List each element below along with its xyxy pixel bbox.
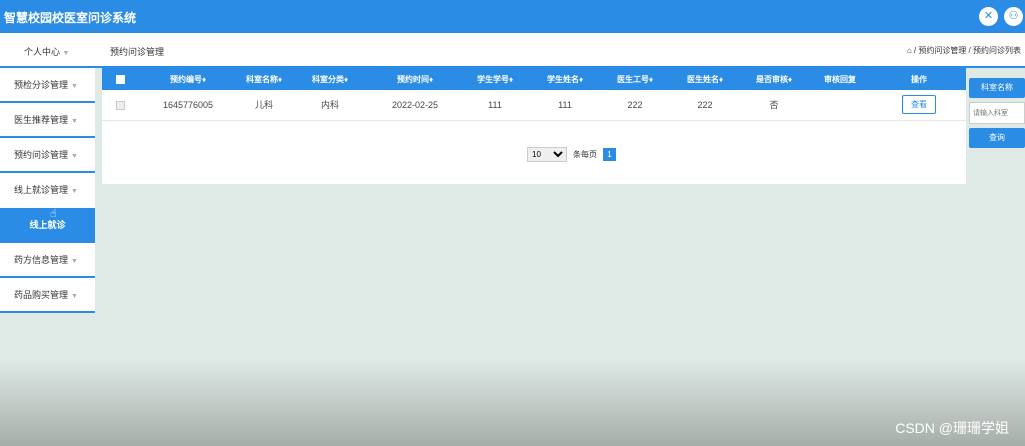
- sidebar-item-doctor-recommend[interactable]: 医生推荐管理 ▼: [0, 103, 95, 138]
- hand-cursor-icon: ☝: [50, 208, 57, 220]
- col-header[interactable]: 预约编号♦: [138, 68, 238, 90]
- col-header[interactable]: 学生学号♦: [460, 68, 530, 90]
- chevron-down-icon: ▼: [71, 293, 78, 300]
- table-header-row: 预约编号♦ 科室名称♦ 科室分类♦ 预约时间♦ 学生学号♦ 学生姓名♦ 医生工号…: [102, 68, 966, 90]
- chevron-down-icon: ▼: [71, 258, 78, 265]
- col-header[interactable]: 是否审核♦: [740, 68, 808, 90]
- sidebar-item-prescription[interactable]: 药方信息管理 ▼: [0, 243, 95, 278]
- bottom-overlay: [0, 360, 1025, 446]
- chevron-down-icon: ▼: [71, 188, 78, 195]
- search-button[interactable]: 查询: [969, 128, 1025, 148]
- search-panel: 科室名称 查询: [969, 78, 1025, 148]
- per-page-label: 条每页: [573, 150, 597, 159]
- user-center-menu[interactable]: 个人中心 ▼: [24, 45, 69, 58]
- sidebar-item-drug-purchase[interactable]: 药品购买管理 ▼: [0, 278, 95, 313]
- row-checkbox[interactable]: [102, 90, 138, 120]
- cell-appointment-time: 2022-02-25: [391, 99, 439, 110]
- sidebar-item-triage[interactable]: 预检分诊管理 ▼: [0, 68, 95, 103]
- view-button[interactable]: 查看: [902, 95, 936, 115]
- page-number-current[interactable]: 1: [603, 148, 616, 161]
- cell-doctor-id: 222: [627, 99, 643, 110]
- main-content: 预约编号♦ 科室名称♦ 科室分类♦ 预约时间♦ 学生学号♦ 学生姓名♦ 医生工号…: [102, 68, 966, 184]
- sidebar-subitem-online-consult[interactable]: ☝ 线上就诊: [0, 208, 95, 243]
- breadcrumb[interactable]: ⌂ / 预约问诊管理 / 预约问诊列表: [907, 45, 1021, 56]
- col-header[interactable]: 学生姓名♦: [530, 68, 600, 90]
- chevron-down-icon: ▼: [71, 118, 78, 125]
- dept-name-search-input[interactable]: [969, 102, 1025, 124]
- cell-appointment-id: 1645776005: [162, 99, 214, 110]
- user-icon[interactable]: ⚇: [1004, 7, 1023, 26]
- chevron-down-icon: ▼: [62, 50, 70, 57]
- col-header: 审核回复: [824, 74, 856, 84]
- cell-dept-category: 内科: [320, 100, 339, 111]
- search-field-label: 科室名称: [969, 78, 1025, 98]
- app-title: 智慧校园校医室问诊系统: [4, 11, 137, 25]
- header-bar: 个人中心 ▼ 预约问诊管理 ⌂ / 预约问诊管理 / 预约问诊列表: [0, 33, 1025, 68]
- page-size-select[interactable]: 10: [527, 147, 567, 162]
- cell-student-id: 111: [488, 99, 502, 110]
- cell-dept-name: 儿科: [254, 100, 273, 111]
- appointment-table: 预约编号♦ 科室名称♦ 科室分类♦ 预约时间♦ 学生学号♦ 学生姓名♦ 医生工号…: [102, 68, 966, 121]
- sidebar-item-online-consult[interactable]: 线上就诊管理 ▼: [0, 173, 95, 208]
- col-header[interactable]: 医生姓名♦: [670, 68, 740, 90]
- chevron-down-icon: ▼: [71, 83, 78, 90]
- cell-review-reply: [808, 90, 872, 120]
- col-header[interactable]: 科室名称♦: [238, 68, 290, 90]
- col-header[interactable]: 医生工号♦: [600, 68, 670, 90]
- table-row: 1645776005 儿科 内科 2022-02-25 111 111 222 …: [102, 90, 966, 120]
- col-header[interactable]: 预约时间♦: [370, 68, 460, 90]
- pagination: 10 条每页 1: [527, 147, 616, 162]
- col-header[interactable]: 科室分类♦: [290, 68, 370, 90]
- cell-reviewed: 否: [769, 100, 779, 111]
- chevron-down-icon: ▼: [71, 153, 78, 160]
- sidebar-item-appointment[interactable]: 预约问诊管理 ▼: [0, 138, 95, 173]
- top-bar: 智慧校园校医室问诊系统 ✕ ⚇: [0, 0, 1025, 33]
- watermark: CSDN @珊珊学姐: [895, 420, 1009, 436]
- cell-doctor-name: 222: [697, 99, 713, 110]
- sidebar: 预检分诊管理 ▼ 医生推荐管理 ▼ 预约问诊管理 ▼ 线上就诊管理 ▼ ☝ 线上就诊 药…: [0, 68, 95, 313]
- col-header: 操作: [911, 74, 927, 84]
- close-circle-icon[interactable]: ✕: [979, 7, 998, 26]
- page-title: 预约问诊管理: [110, 47, 165, 57]
- select-all-checkbox[interactable]: [102, 68, 138, 90]
- cell-student-name: 111: [558, 99, 572, 110]
